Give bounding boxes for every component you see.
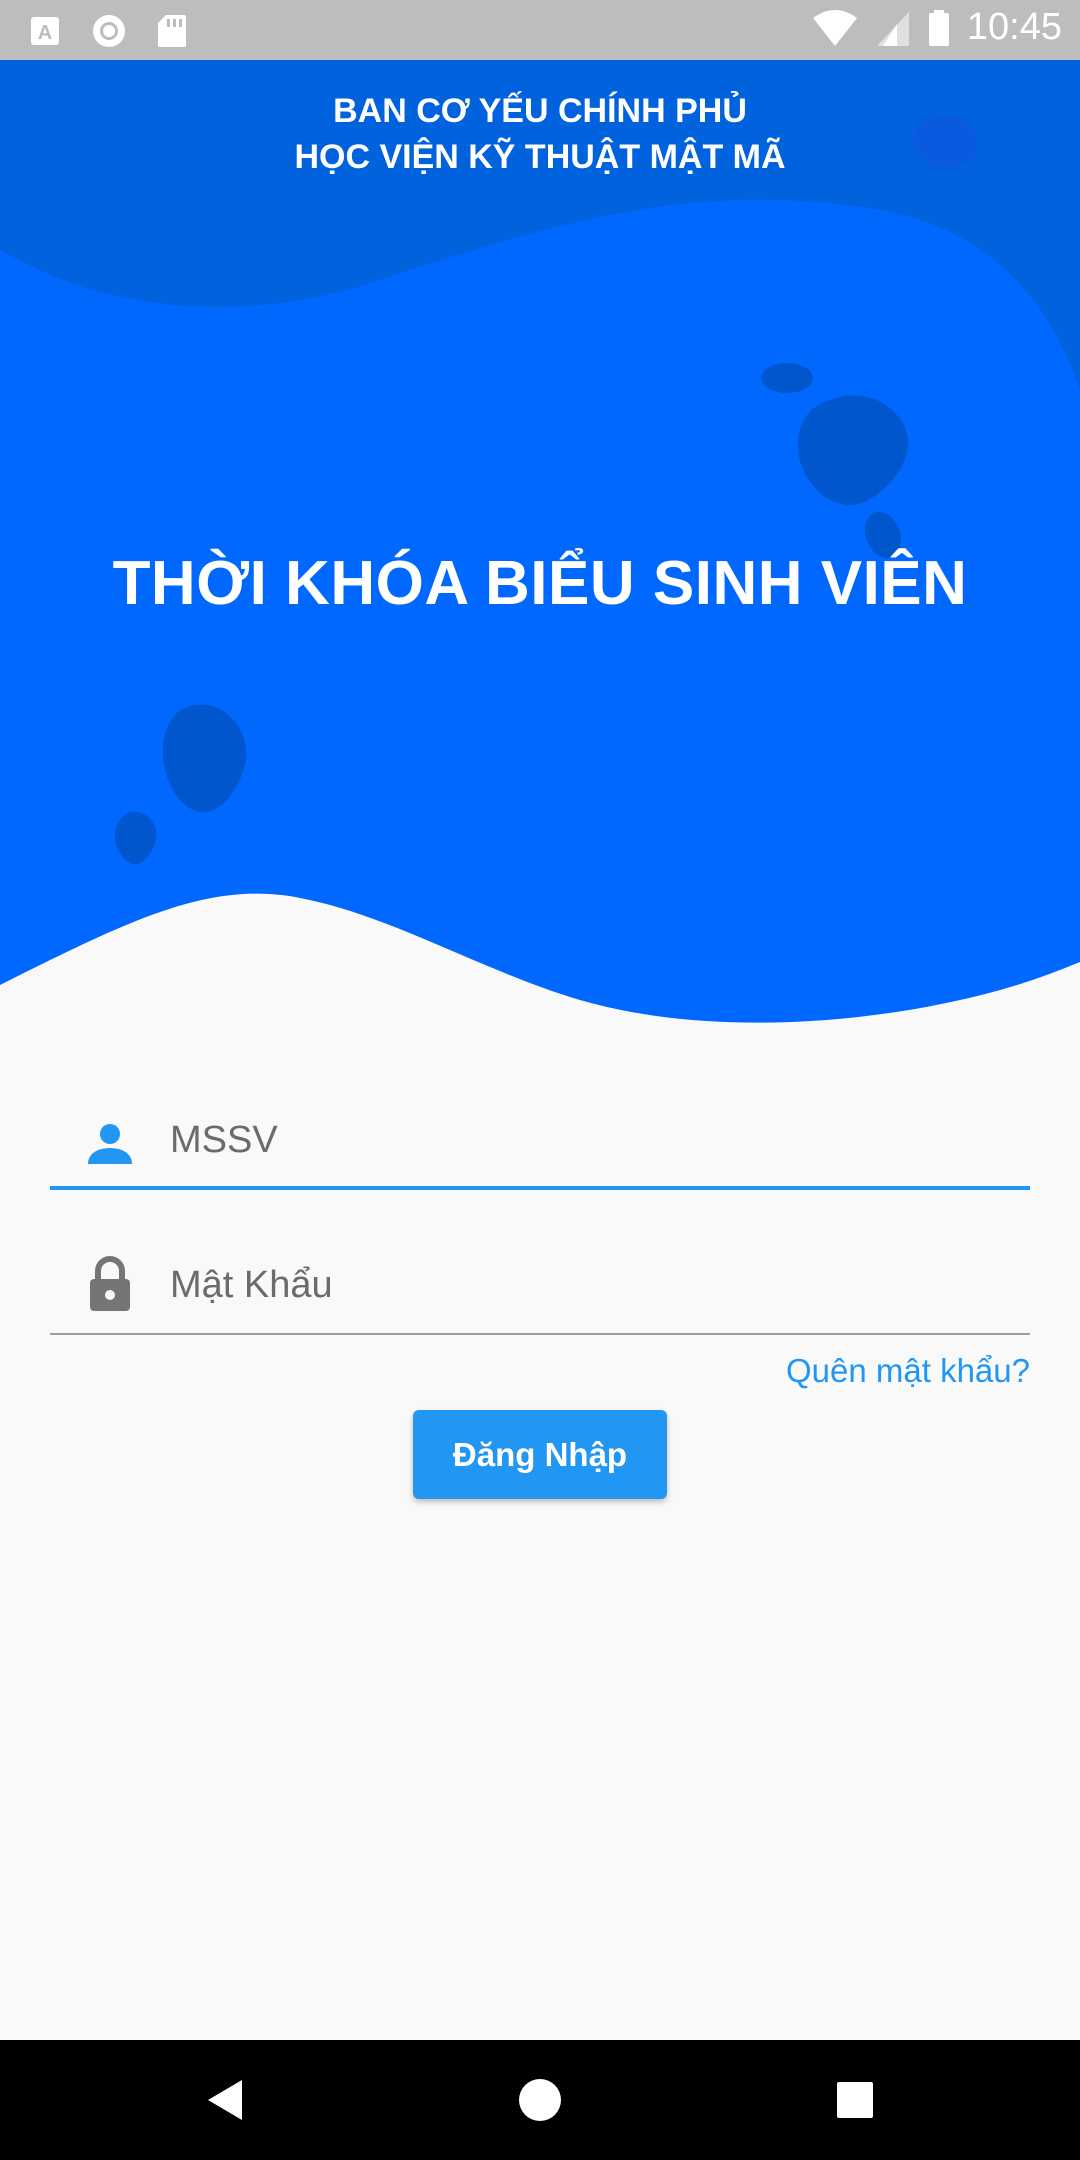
password-input[interactable] xyxy=(170,1255,990,1315)
status-bar: A 10:45 xyxy=(0,0,1080,60)
header-institute-line: HỌC VIỆN KỸ THUẬT MẬT MÃ xyxy=(294,138,786,176)
username-input[interactable] xyxy=(170,1110,990,1170)
back-icon[interactable] xyxy=(194,2070,254,2130)
header-org-line: BAN CƠ YẾU CHÍNH PHỦ xyxy=(333,92,747,130)
status-time: 10:45 xyxy=(966,6,1062,48)
app-title: THỜI KHÓA BIỂU SINH VIÊN xyxy=(112,549,968,618)
svg-text:A: A xyxy=(38,22,52,44)
status-bar-system: 10:45 xyxy=(811,6,1062,49)
username-field[interactable] xyxy=(50,1090,1030,1190)
battery-icon xyxy=(928,9,949,46)
sd-card-icon xyxy=(158,15,186,47)
circle-notification-icon xyxy=(93,15,125,47)
recents-icon[interactable] xyxy=(825,2070,885,2130)
header: BAN CƠ YẾU CHÍNH PHỦ HỌC VIỆN KỸ THUẬT M… xyxy=(0,88,1080,180)
navigation-bar xyxy=(0,2040,1080,2160)
person-icon xyxy=(88,1124,132,1164)
login-button[interactable]: Đăng Nhập xyxy=(413,1410,667,1499)
status-bar-notifications: A xyxy=(28,12,188,50)
signal-icon xyxy=(876,11,909,46)
a-notification-icon: A xyxy=(31,17,59,45)
password-field[interactable] xyxy=(50,1235,1030,1335)
home-icon[interactable] xyxy=(510,2070,570,2130)
wifi-icon xyxy=(812,9,857,46)
forgot-password-link[interactable]: Quên mật khẩu? xyxy=(786,1352,1030,1390)
lock-icon xyxy=(90,1256,130,1311)
